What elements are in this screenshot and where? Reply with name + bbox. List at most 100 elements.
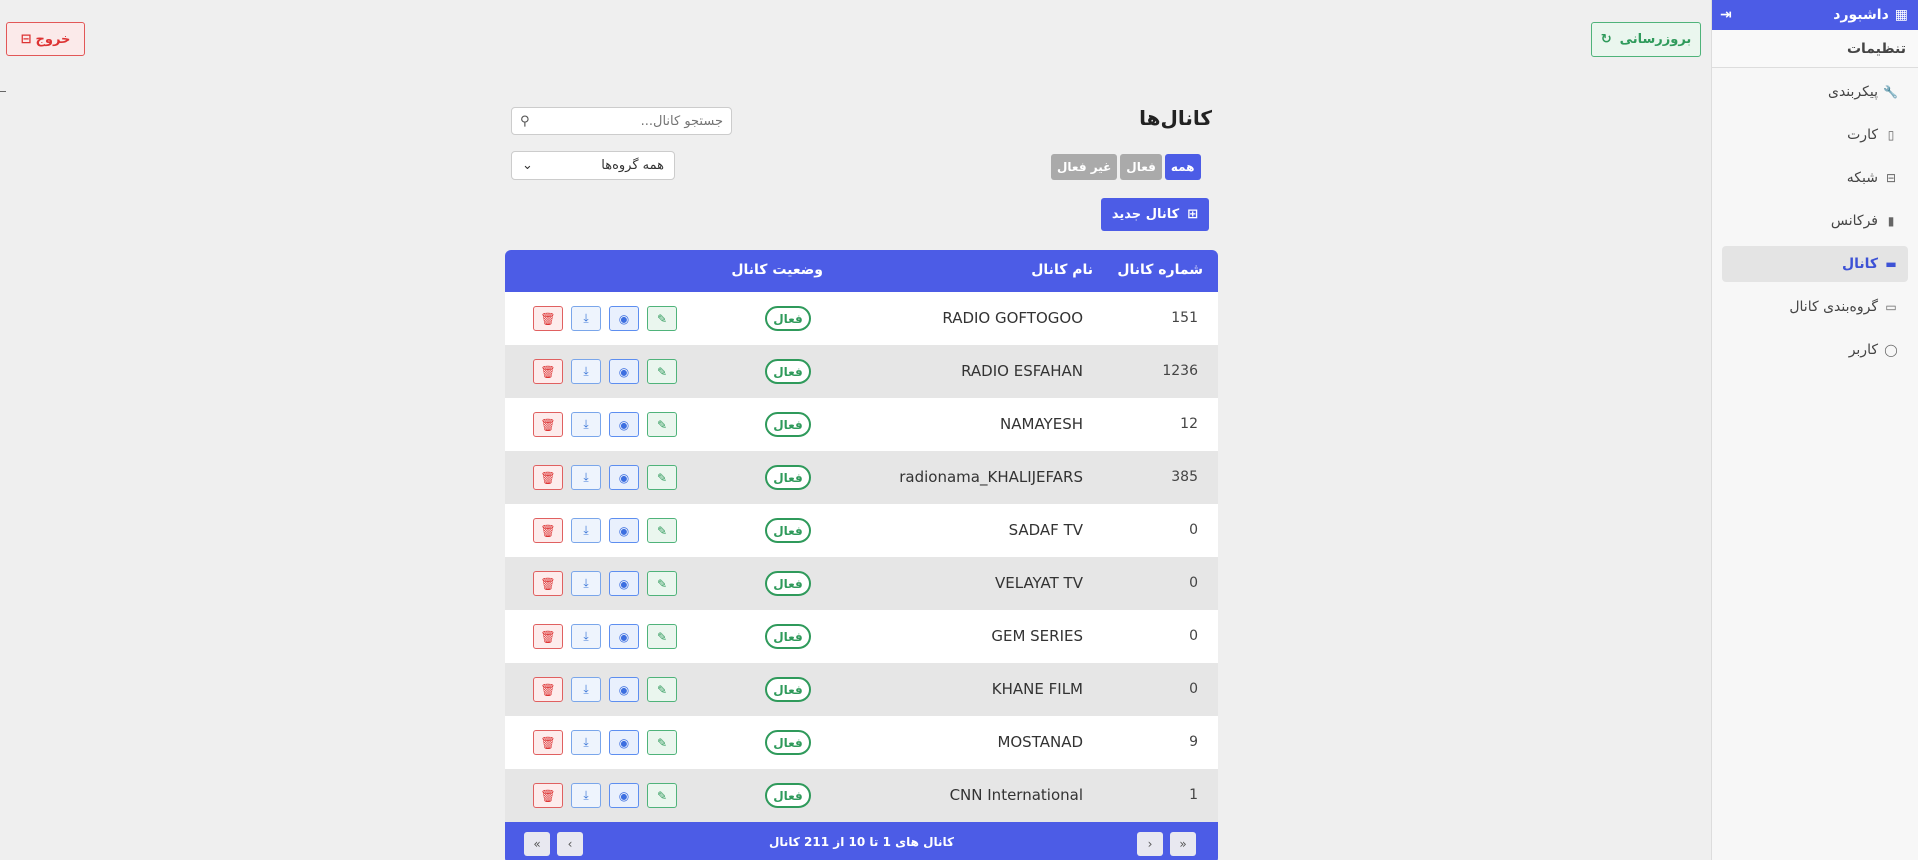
- view-icon[interactable]: ◉: [609, 518, 639, 543]
- table-footer: « ‹ کانال های 1 تا 10 از 211 کانال › »: [505, 822, 1218, 860]
- delete-icon[interactable]: 🗑: [533, 730, 563, 755]
- status-badge: فعال: [765, 677, 811, 702]
- channel-number: 1236: [1162, 363, 1198, 379]
- table-row: 0 GEM SERIES فعال 🗑 ⤓ ◉ ✎: [505, 610, 1218, 663]
- dashboard-link[interactable]: ▦ داشبورد: [1833, 7, 1908, 23]
- sidebar-item[interactable]: 🔧 پیکربندی: [1722, 74, 1908, 110]
- sidebar-dashboard[interactable]: ▦ داشبورد ⇥: [1712, 0, 1918, 30]
- wrench-icon: 🔧: [1883, 85, 1898, 99]
- sidebar-item[interactable]: ▭ گروه‌بندی کانال: [1722, 289, 1908, 325]
- edit-icon[interactable]: ✎: [647, 359, 677, 384]
- refresh-button[interactable]: بروزرسانی ↻: [1591, 22, 1701, 57]
- download-icon[interactable]: ⤓: [571, 465, 601, 490]
- frequency-icon: ▮: [1887, 214, 1895, 228]
- view-icon[interactable]: ◉: [609, 465, 639, 490]
- download-icon[interactable]: ⤓: [571, 730, 601, 755]
- sidebar-item[interactable]: ◯ کاربر: [1722, 332, 1908, 368]
- table-header: شماره کانال نام کانال وضعیت کانال: [505, 250, 1218, 292]
- sidebar-item[interactable]: ▬ کانال: [1722, 246, 1908, 282]
- edit-icon[interactable]: ✎: [647, 518, 677, 543]
- search-box[interactable]: ⚲: [511, 107, 732, 135]
- view-icon[interactable]: ◉: [609, 571, 639, 596]
- edit-icon[interactable]: ✎: [647, 306, 677, 331]
- channel-name: RADIO GOFTOGOO: [942, 309, 1083, 327]
- edit-icon[interactable]: ✎: [647, 465, 677, 490]
- sidebar-item-label: فرکانس: [1830, 213, 1878, 229]
- channel-name: MOSTANAD: [997, 733, 1083, 751]
- delete-icon[interactable]: 🗑: [533, 306, 563, 331]
- edit-icon[interactable]: ✎: [647, 571, 677, 596]
- search-input[interactable]: [529, 113, 723, 129]
- table-row: 385 radionama_KHALIJEFARS فعال 🗑 ⤓ ◉ ✎: [505, 451, 1218, 504]
- sidebar-item-label: گروه‌بندی کانال: [1789, 299, 1878, 315]
- delete-icon[interactable]: 🗑: [533, 783, 563, 808]
- view-icon[interactable]: ◉: [609, 783, 639, 808]
- status-badge: فعال: [765, 571, 811, 596]
- view-icon[interactable]: ◉: [609, 730, 639, 755]
- page-title: کانال‌ها: [1139, 106, 1212, 130]
- filter-tab[interactable]: غیر فعال: [1051, 154, 1118, 180]
- status-badge: فعال: [765, 624, 811, 649]
- download-icon[interactable]: ⤓: [571, 783, 601, 808]
- delete-icon[interactable]: 🗑: [533, 518, 563, 543]
- row-actions: 🗑 ⤓ ◉ ✎: [533, 518, 677, 543]
- user-icon: ◯: [1884, 343, 1898, 357]
- download-icon[interactable]: ⤓: [571, 359, 601, 384]
- delete-icon[interactable]: 🗑: [533, 677, 563, 702]
- download-icon[interactable]: ⤓: [571, 306, 601, 331]
- row-actions: 🗑 ⤓ ◉ ✎: [533, 571, 677, 596]
- view-icon[interactable]: ◉: [609, 306, 639, 331]
- view-icon[interactable]: ◉: [609, 359, 639, 384]
- channel-icon: ▬: [1885, 257, 1897, 271]
- delete-icon[interactable]: 🗑: [533, 465, 563, 490]
- channel-number: 0: [1189, 522, 1198, 538]
- exit-icon: ⊟: [20, 31, 32, 47]
- channel-name: KHANE FILM: [991, 680, 1083, 698]
- logout-arrow-icon[interactable]: ⇥: [1720, 7, 1732, 23]
- edge-marker: [0, 91, 6, 92]
- new-channel-button[interactable]: ⊞ کانال جدید: [1101, 198, 1209, 231]
- channel-number: 12: [1180, 416, 1198, 432]
- row-actions: 🗑 ⤓ ◉ ✎: [533, 730, 677, 755]
- edit-icon[interactable]: ✎: [647, 783, 677, 808]
- column-header-number[interactable]: شماره کانال: [1117, 262, 1203, 278]
- sidebar-item[interactable]: ▮ فرکانس: [1722, 203, 1908, 239]
- group-select-value: همه گروه‌ها: [601, 158, 664, 173]
- filter-tab[interactable]: همه: [1164, 154, 1201, 180]
- new-channel-icon: ⊞: [1187, 207, 1199, 222]
- edit-icon[interactable]: ✎: [647, 730, 677, 755]
- download-icon[interactable]: ⤓: [571, 518, 601, 543]
- channel-name: SADAF TV: [1008, 521, 1083, 539]
- group-select[interactable]: همه گروه‌ها ⌄: [511, 151, 675, 180]
- view-icon[interactable]: ◉: [609, 624, 639, 649]
- download-icon[interactable]: ⤓: [571, 624, 601, 649]
- delete-icon[interactable]: 🗑: [533, 624, 563, 649]
- download-icon[interactable]: ⤓: [571, 677, 601, 702]
- sidebar-menu: 🔧 پیکربندی ▯ کارت ⊟ شبکه ▮ فرکانس ▬ کانال ▭ گروه‌بن…: [1712, 68, 1918, 368]
- delete-icon[interactable]: 🗑: [533, 412, 563, 437]
- channel-name: GEM SERIES: [991, 627, 1083, 645]
- refresh-icon: ↻: [1600, 32, 1612, 47]
- view-icon[interactable]: ◉: [609, 677, 639, 702]
- sidebar-item[interactable]: ▯ کارت: [1722, 117, 1908, 153]
- edit-icon[interactable]: ✎: [647, 624, 677, 649]
- column-header-status[interactable]: وضعیت کانال: [731, 262, 823, 278]
- first-page-button[interactable]: »: [1170, 832, 1196, 856]
- view-icon[interactable]: ◉: [609, 412, 639, 437]
- status-badge: فعال: [765, 518, 811, 543]
- download-icon[interactable]: ⤓: [571, 412, 601, 437]
- download-icon[interactable]: ⤓: [571, 571, 601, 596]
- column-header-name[interactable]: نام کانال: [1031, 262, 1093, 278]
- previous-page-button[interactable]: ›: [1137, 832, 1163, 856]
- row-actions: 🗑 ⤓ ◉ ✎: [533, 306, 677, 331]
- exit-button[interactable]: خروج ⊟: [6, 22, 85, 56]
- filter-tab[interactable]: فعال: [1120, 154, 1162, 180]
- delete-icon[interactable]: 🗑: [533, 571, 563, 596]
- edit-icon[interactable]: ✎: [647, 412, 677, 437]
- edit-icon[interactable]: ✎: [647, 677, 677, 702]
- search-icon[interactable]: ⚲: [520, 114, 530, 129]
- channel-number: 0: [1189, 681, 1198, 697]
- delete-icon[interactable]: 🗑: [533, 359, 563, 384]
- group-icon: ▭: [1885, 300, 1897, 314]
- sidebar-item[interactable]: ⊟ شبکه: [1722, 160, 1908, 196]
